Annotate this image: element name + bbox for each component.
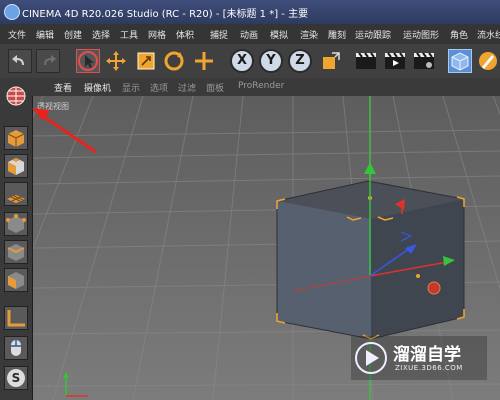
snap-button[interactable]: S [4,366,28,390]
coordinate-system-button[interactable] [318,49,342,73]
points-cube-icon [6,214,26,233]
menu-snap[interactable]: 捕捉 [210,28,228,41]
checker-cube-icon [8,158,24,175]
viewport-title: 透视视图 [37,102,69,111]
grid-plane-icon [7,195,25,203]
cinema4d-app-icon [4,4,20,20]
menu-pipeline[interactable]: 流水线 [477,28,500,41]
menu-edit[interactable]: 编辑 [36,28,54,41]
globe-grid-icon [6,86,26,106]
viewport-menu-prorender[interactable]: ProRender [238,81,284,91]
redo-button[interactable] [36,49,60,73]
scale-tool-button[interactable] [134,49,158,73]
y-axis-lock-button[interactable]: Y [259,49,283,73]
axis-corner-icon [7,310,25,327]
watermark-logo-icon [355,342,387,374]
live-select-button[interactable] [76,49,100,73]
window-title: CINEMA 4D R20.026 Studio (RC - R20) - [未… [22,9,309,20]
rotate-icon [164,51,184,71]
make-editable-button[interactable] [4,84,28,108]
window-titlebar: CINEMA 4D R20.026 Studio (RC - R20) - [未… [0,0,500,24]
main-menubar: 文件 编辑 创建 选择 工具 网格 体积 捕捉 动画 模拟 渲染 雕刻 运动跟踪… [0,24,500,45]
clapboard-play-icon [385,52,405,69]
main-toolbar: X Y Z [0,44,500,79]
undo-icon [12,55,24,65]
recent-tool-button[interactable] [192,49,216,73]
scale-icon [137,52,155,70]
pen-tool-button[interactable] [476,49,500,73]
points-mode-button[interactable] [4,212,28,236]
cursor-icon [78,51,98,71]
render-settings-button[interactable] [412,49,436,73]
mouse-icon [11,340,21,356]
workplane-mode-button[interactable] [4,182,28,206]
z-axis-lock-button[interactable]: Z [288,49,312,73]
x-axis-lock-button[interactable]: X [230,49,254,73]
viewport-menu-cameras[interactable]: 摄像机 [84,81,111,94]
move-icon [106,51,126,71]
model-mode-button[interactable] [4,126,28,150]
texture-mode-button[interactable] [4,154,28,178]
viewport-menu-display[interactable]: 显示 [122,81,140,94]
menu-sculpt[interactable]: 雕刻 [328,28,346,41]
move-tool-button[interactable] [104,49,128,73]
viewport-menu-view[interactable]: 查看 [54,81,72,94]
add-cube-button[interactable] [448,49,472,73]
axis-mode-button[interactable] [4,306,28,330]
tweak-mode-button[interactable] [4,336,28,360]
left-tool-palette: S [0,78,33,400]
snap-s-icon: S [7,369,25,387]
menu-mesh[interactable]: 网格 [148,28,166,41]
watermark: 溜溜自学 ZIXUE.3D66.COM [351,336,487,380]
menu-volume[interactable]: 体积 [176,28,194,41]
viewport-menubar: 查看 摄像机 显示 选项 过滤 面板 ProRender [32,78,500,97]
edges-cube-icon [7,244,25,261]
viewport-menu-options[interactable]: 选项 [150,81,168,94]
perspective-viewport[interactable]: 透视视图 溜溜自学 ZIXUE.3D66.COM [33,96,500,400]
menu-select[interactable]: 选择 [92,28,110,41]
menu-file[interactable]: 文件 [8,28,26,41]
polygons-cube-icon [8,272,24,289]
pen-icon [479,52,497,70]
viewport-menu-filter[interactable]: 过滤 [178,81,196,94]
menu-render[interactable]: 渲染 [300,28,318,41]
coordinate-system-icon [323,52,340,69]
plus-icon [195,52,213,70]
edges-mode-button[interactable] [4,240,28,264]
redo-icon [44,55,56,65]
menu-animate[interactable]: 动画 [240,28,258,41]
svg-text:S: S [12,371,21,385]
render-to-picture-viewer-button[interactable] [383,49,407,73]
viewport-menu-panel[interactable]: 面板 [206,81,224,94]
clapboard-gear-icon [414,52,434,69]
menu-tools[interactable]: 工具 [120,28,138,41]
watermark-url: ZIXUE.3D66.COM [395,364,463,372]
watermark-brand: 溜溜自学 [393,345,461,365]
cube-mode-icon [7,130,25,147]
menu-simulate[interactable]: 模拟 [270,28,288,41]
clapboard-icon [356,52,376,69]
rotate-tool-button[interactable] [162,49,186,73]
menu-create[interactable]: 创建 [64,28,82,41]
menu-character[interactable]: 角色 [450,28,468,41]
cube-icon [451,52,469,71]
menu-motion-tracker[interactable]: 运动跟踪 [355,28,391,41]
menu-mograph[interactable]: 运动图形 [403,28,439,41]
polygons-mode-button[interactable] [4,268,28,292]
render-view-button[interactable] [354,49,378,73]
undo-button[interactable] [8,49,32,73]
